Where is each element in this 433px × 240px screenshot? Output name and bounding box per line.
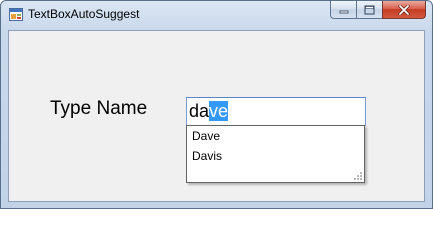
caption-buttons [330, 1, 426, 20]
type-name-label: Type Name [50, 98, 148, 119]
form-client-area: Type Name dave Dave Davis [8, 30, 425, 202]
name-textbox[interactable]: dave [186, 97, 366, 126]
suggestion-item[interactable]: Davis [192, 149, 222, 163]
title-bar[interactable]: TextBoxAutoSuggest [1, 1, 432, 30]
close-icon [398, 4, 410, 15]
winforms-app-icon [9, 8, 23, 21]
textbox-value: dave [189, 101, 229, 122]
autocomplete-selection: ve [209, 101, 229, 121]
maximize-icon [364, 5, 375, 14]
minimize-button[interactable] [330, 1, 356, 19]
minimize-icon [339, 10, 348, 13]
resize-grip-icon[interactable] [352, 170, 363, 181]
suggestion-item[interactable]: Dave [192, 129, 220, 143]
maximize-button[interactable] [356, 1, 382, 19]
window-title: TextBoxAutoSuggest [28, 7, 140, 21]
app-window: TextBoxAutoSuggest Type Name dave Dave D… [0, 0, 433, 209]
typed-text: da [189, 101, 210, 121]
autosuggest-dropdown[interactable]: Dave Davis [186, 125, 365, 183]
close-button[interactable] [382, 1, 426, 19]
